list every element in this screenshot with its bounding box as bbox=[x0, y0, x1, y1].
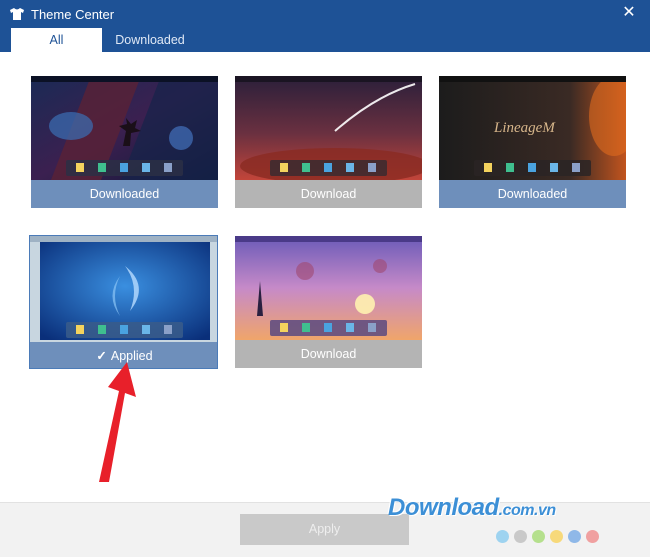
watermark-dot bbox=[586, 530, 599, 543]
close-icon: ✕ bbox=[622, 4, 636, 21]
theme-card-sunset-sky[interactable]: Download bbox=[235, 236, 422, 368]
theme-preview-image bbox=[235, 76, 422, 180]
theme-preview-image bbox=[235, 236, 422, 340]
tab-downloaded[interactable]: Downloaded bbox=[103, 28, 197, 52]
theme-card-space-tree[interactable]: Downloaded bbox=[31, 76, 218, 208]
lineage-logo: LineageM bbox=[493, 120, 556, 136]
watermark-text: Download bbox=[388, 494, 499, 521]
theme-card-lineage-m[interactable]: LineageM Downloaded bbox=[439, 76, 626, 208]
theme-preview-image: LineageM bbox=[439, 76, 626, 180]
theme-status-downloaded: Downloaded bbox=[439, 180, 626, 208]
watermark-dot bbox=[532, 530, 545, 543]
watermark-dot bbox=[514, 530, 527, 543]
theme-status-download[interactable]: Download bbox=[235, 180, 422, 208]
applied-label: Applied bbox=[110, 349, 153, 363]
apply-button[interactable]: Apply bbox=[240, 514, 409, 545]
theme-status-downloaded: Downloaded bbox=[31, 180, 218, 208]
checkmark-icon: ✓ bbox=[96, 349, 107, 363]
theme-preview-image bbox=[30, 236, 217, 342]
title-bar: Theme Center ✕ All Downloaded bbox=[0, 0, 650, 52]
close-button[interactable]: ✕ bbox=[620, 4, 638, 22]
watermark-tld: .com.vn bbox=[498, 502, 556, 519]
theme-preview-image bbox=[31, 76, 218, 180]
shirt-icon bbox=[10, 8, 24, 20]
download-watermark-logo: Download.com.vn bbox=[388, 494, 556, 522]
watermark-dot bbox=[568, 530, 581, 543]
window-title: Theme Center bbox=[31, 7, 115, 22]
watermark-dot bbox=[550, 530, 563, 543]
watermark-dots bbox=[496, 530, 599, 543]
theme-status-download[interactable]: Download bbox=[235, 340, 422, 368]
watermark-dot bbox=[496, 530, 509, 543]
theme-card-blue-feathers[interactable]: ✓ Applied bbox=[29, 235, 218, 369]
tab-all[interactable]: All bbox=[11, 28, 102, 52]
theme-card-meteor-night[interactable]: Download bbox=[235, 76, 422, 208]
theme-status-applied: ✓ Applied bbox=[30, 342, 217, 368]
